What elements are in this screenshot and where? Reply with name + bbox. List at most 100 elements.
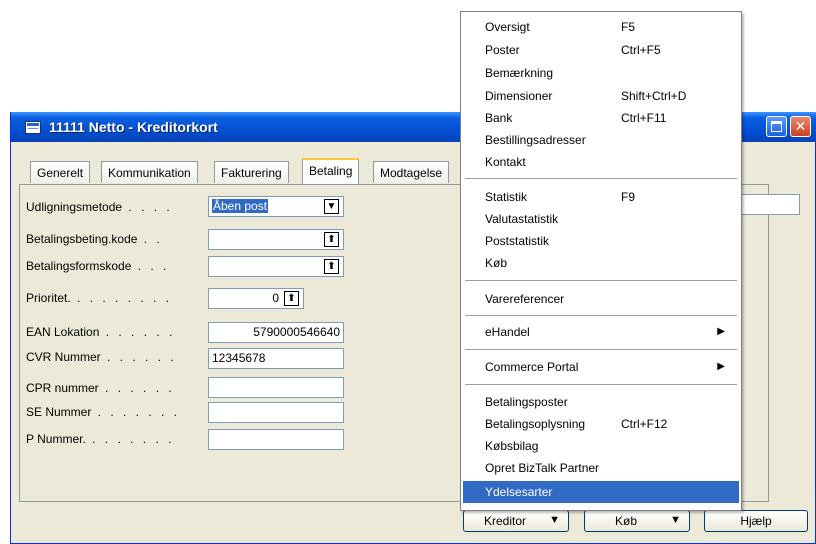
menu-item-betalingsoplysning[interactable]: Betalingsoplysning Ctrl+F12: [463, 413, 739, 435]
label-text: Betalingsbeting.kode: [26, 232, 138, 246]
menu-label: Valutastatistik: [485, 212, 559, 226]
udligningsmetode-value: Åben post: [212, 199, 269, 213]
submenu-arrow-icon: ▶: [717, 326, 725, 337]
betalingsbeting-input[interactable]: ⬆: [208, 229, 344, 250]
label-udligningsmetode: Udligningsmetode . . . .: [26, 200, 173, 214]
lookup-arrow-icon: ⬆: [327, 261, 336, 272]
menu-shortcut: Shift+Ctrl+D: [621, 89, 687, 103]
menu-item-varereferencer[interactable]: Varereferencer: [463, 288, 739, 310]
menu-item-bemaerkning[interactable]: Bemærkning: [463, 62, 739, 84]
label-text: Prioritet.: [26, 291, 71, 305]
cpr-input[interactable]: [208, 377, 344, 398]
partial-field[interactable]: [742, 194, 800, 215]
tab-fakturering[interactable]: Fakturering: [214, 161, 289, 183]
menu-separator: [465, 178, 737, 179]
lookup-button[interactable]: ⬆: [284, 291, 299, 306]
submenu-arrow-icon: ▶: [717, 361, 725, 372]
lookup-button[interactable]: ⬆: [324, 259, 339, 274]
menu-label: Bemærkning: [485, 66, 554, 80]
menu-separator: [465, 384, 737, 385]
se-input[interactable]: [208, 402, 344, 423]
menu-separator: [465, 280, 737, 281]
menu-label: Poster: [485, 43, 520, 57]
menu-label: Køb: [485, 256, 508, 270]
kreditor-menu: Oversigt F5 Poster Ctrl+F5 Bemærkning Dime…: [460, 11, 742, 511]
pnummer-input[interactable]: [208, 429, 344, 450]
tab-kommunikation[interactable]: Kommunikation: [101, 161, 198, 183]
menu-label: Statistik: [485, 190, 528, 204]
tab-betaling[interactable]: Betaling: [302, 158, 360, 184]
menu-separator: [465, 349, 737, 350]
help-button[interactable]: Hjælp: [704, 510, 808, 532]
menu-item-kontakt[interactable]: Kontakt: [463, 151, 739, 173]
kob-button[interactable]: Køb ▼: [584, 510, 690, 532]
menu-item-bank[interactable]: Bank Ctrl+F11: [463, 107, 739, 129]
tab-modtagelse[interactable]: Modtagelse: [373, 161, 450, 183]
close-icon: ✕: [794, 118, 807, 134]
menu-label: Opret BizTalk Partner: [485, 461, 600, 475]
menu-item-dimensioner[interactable]: Dimensioner Shift+Ctrl+D: [463, 85, 739, 107]
menu-item-betalingsposter[interactable]: Betalingsposter: [463, 391, 739, 413]
lookup-arrow-icon: ⬆: [327, 234, 336, 245]
menu-label: Oversigt: [485, 20, 530, 34]
menu-item-ydelsesarter[interactable]: Ydelsesarter: [463, 481, 739, 503]
dropdown-arrow-icon: ▼: [670, 514, 681, 526]
menu-item-kob[interactable]: Køb: [463, 252, 739, 274]
label-text: CPR nummer: [26, 381, 99, 395]
label-prioritet: Prioritet. . . . . . . . .: [26, 291, 173, 305]
prioritet-value: 0: [272, 291, 279, 305]
menu-label: Købsbilag: [485, 439, 539, 453]
kob-label: Køb: [614, 514, 637, 528]
menu-separator: [465, 315, 737, 316]
dropdown-button[interactable]: ▼: [324, 199, 339, 214]
cvr-input[interactable]: 12345678: [208, 348, 344, 369]
menu-item-commerce-portal[interactable]: Commerce Portal ▶: [463, 356, 739, 378]
menu-item-poster[interactable]: Poster Ctrl+F5: [463, 39, 739, 61]
label-pnummer: P Nummer. . . . . . . .: [26, 432, 175, 446]
menu-label: Bank: [485, 111, 513, 125]
menu-item-oversigt[interactable]: Oversigt F5: [463, 16, 739, 38]
menu-label: Commerce Portal: [485, 360, 579, 374]
menu-label: Poststatistik: [485, 234, 550, 248]
betalingsform-input[interactable]: ⬆: [208, 256, 344, 277]
menu-label: Betalingsoplysning: [485, 417, 586, 431]
udligningsmetode-select[interactable]: Åben post ▼: [208, 196, 344, 217]
dropdown-arrow-icon: ▼: [326, 201, 337, 212]
menu-label: Betalingsposter: [485, 395, 568, 409]
window-title: 11111 Netto - Kreditorkort: [49, 119, 218, 135]
label-betalingsform: Betalingsformskode . . .: [26, 259, 170, 273]
lookup-button[interactable]: ⬆: [324, 232, 339, 247]
menu-shortcut: Ctrl+F12: [621, 417, 668, 431]
menu-label: Varereferencer: [485, 292, 565, 306]
kreditor-label: Kreditor: [483, 514, 527, 528]
tab-generelt[interactable]: Generelt: [30, 161, 91, 183]
close-button[interactable]: ✕: [790, 116, 811, 137]
menu-item-kobsbilag[interactable]: Købsbilag: [463, 435, 739, 457]
label-cpr: CPR nummer . . . . . .: [26, 381, 175, 395]
menu-item-ehandel[interactable]: eHandel ▶: [463, 321, 739, 343]
menu-label: Kontakt: [485, 155, 526, 169]
menu-label: Ydelsesarter: [485, 485, 553, 499]
menu-item-valutastatistik[interactable]: Valutastatistik: [463, 208, 739, 230]
form-icon: [25, 121, 41, 134]
dropdown-arrow-icon: ▼: [549, 514, 560, 526]
menu-item-poststatistik[interactable]: Poststatistik: [463, 230, 739, 252]
label-text: Udligningsmetode: [26, 200, 123, 214]
ean-input[interactable]: 5790000546640: [208, 322, 344, 343]
menu-label: Dimensioner: [485, 89, 553, 103]
menu-shortcut: Ctrl+F11: [621, 111, 667, 125]
label-text: EAN Lokation: [26, 325, 100, 339]
label-text: SE Nummer: [26, 405, 92, 419]
label-text: Betalingsformskode: [26, 259, 132, 273]
menu-shortcut: Ctrl+F5: [621, 43, 661, 57]
lookup-arrow-icon: ⬆: [287, 293, 296, 304]
menu-item-bestillingsadresser[interactable]: Bestillingsadresser: [463, 129, 739, 151]
menu-shortcut: F5: [621, 20, 636, 34]
label-se: SE Nummer . . . . . . .: [26, 405, 181, 419]
maximize-button[interactable]: [766, 116, 787, 137]
label-ean: EAN Lokation . . . . . .: [26, 325, 176, 339]
kreditor-button[interactable]: Kreditor ▼: [463, 510, 569, 532]
prioritet-input[interactable]: 0 ⬆: [208, 288, 304, 309]
menu-item-opret-biztalk-partner[interactable]: Opret BizTalk Partner: [463, 457, 739, 479]
menu-item-statistik[interactable]: Statistik F9: [463, 186, 739, 208]
